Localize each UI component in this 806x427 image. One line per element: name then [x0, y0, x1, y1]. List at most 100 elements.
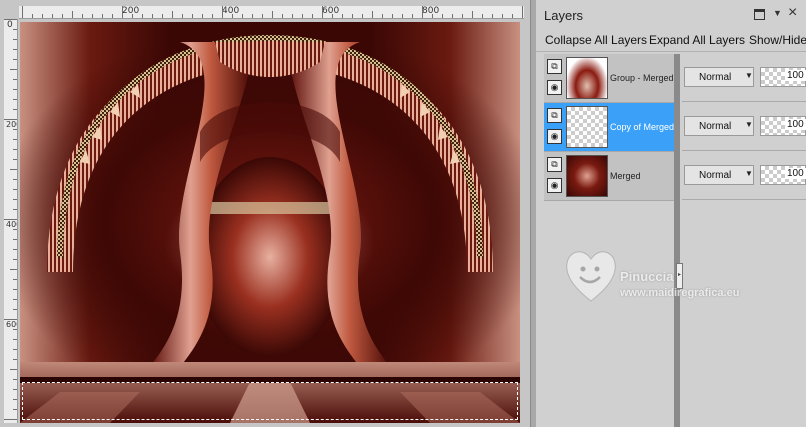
ruler-label: 0: [7, 20, 13, 30]
blend-mode-select[interactable]: Normal ▼: [684, 67, 754, 87]
ruler-label: 600: [322, 6, 340, 16]
ruler-tick: [13, 239, 17, 240]
close-icon[interactable]: ×: [788, 4, 797, 22]
ruler-tick: [52, 14, 53, 18]
ruler-tick: [472, 11, 473, 18]
layer-name: Copy of Merged: [610, 122, 675, 132]
ruler-tick: [13, 59, 17, 60]
ruler-tick: [312, 14, 313, 18]
layer-type-icon: ⧉: [547, 59, 562, 74]
ruler-tick: [72, 11, 73, 18]
ruler-tick: [13, 49, 17, 50]
watermark-name: Pinuccia: [620, 269, 674, 284]
ruler-tick: [442, 14, 443, 18]
opacity-value: 100: [785, 168, 806, 179]
opacity-field[interactable]: 100: [760, 165, 806, 185]
layer-row-copy-of-merged[interactable]: ⧉ ◉ Copy of Merged: [544, 103, 674, 152]
ruler-tick: [13, 109, 17, 110]
ruler-tick: [372, 11, 373, 18]
ruler-tick: [342, 14, 343, 18]
collapse-all-button[interactable]: Collapse All Layers: [545, 33, 647, 47]
ruler-tick: [13, 89, 17, 90]
layer-type-icon: ⧉: [547, 108, 562, 123]
ruler-tick: [402, 14, 403, 18]
canvas-workspace: 200 400 600 800 0 200 400 600: [0, 0, 530, 427]
ruler-tick: [13, 29, 17, 30]
panel-title: Layers: [544, 8, 584, 23]
ruler-tick: [122, 6, 123, 18]
layer-list: ⧉ ◉ Group - Merged ⧉ ◉ Copy of Merged ⧉ …: [544, 54, 674, 201]
blend-mode-select[interactable]: Normal ▼: [684, 116, 754, 136]
layer-thumbnail: [566, 155, 608, 197]
dropdown-arrow-icon: ▼: [745, 169, 753, 178]
app-window: 200 400 600 800 0 200 400 600: [0, 0, 806, 427]
ruler-tick: [13, 379, 17, 380]
vertical-ruler: 0 200 400 600: [4, 19, 18, 423]
ruler-tick: [142, 14, 143, 18]
opacity-value: 100: [785, 70, 806, 81]
eye-icon[interactable]: ◉: [547, 129, 562, 144]
ruler-tick: [212, 14, 213, 18]
layers-panel: Layers ▼ × Collapse All Layers Expand Al…: [536, 0, 806, 427]
ruler-tick: [422, 6, 423, 18]
ruler-tick: [382, 14, 383, 18]
ruler-label: 200: [122, 6, 140, 16]
ruler-tick: [4, 119, 17, 120]
ruler-tick: [272, 11, 273, 18]
heart-smiley-icon: [566, 251, 616, 302]
horizontal-ruler: 200 400 600 800: [19, 6, 524, 19]
layer-row-merged[interactable]: ⧉ ◉ Merged: [544, 152, 674, 201]
ruler-tick: [512, 14, 513, 18]
image-artwork: [20, 34, 520, 423]
ruler-tick: [13, 249, 17, 250]
ruler-label: 800: [422, 6, 440, 16]
ruler-tick: [132, 14, 133, 18]
image-canvas[interactable]: [20, 22, 520, 423]
layer-type-icon: ⧉: [547, 157, 562, 172]
row-divider: [682, 101, 806, 102]
ruler-tick: [13, 349, 17, 350]
opacity-field[interactable]: 100: [760, 116, 806, 136]
ruler-tick: [262, 14, 263, 18]
ruler-tick: [42, 14, 43, 18]
ruler-tick: [10, 369, 17, 370]
ruler-tick: [32, 14, 33, 18]
eye-icon[interactable]: ◉: [547, 80, 562, 95]
ruler-tick: [362, 14, 363, 18]
ruler-tick: [13, 139, 17, 140]
ruler-tick: [13, 149, 17, 150]
ruler-tick: [352, 14, 353, 18]
ruler-tick: [492, 14, 493, 18]
layers-toolbar: Collapse All Layers Expand All Layers Sh…: [536, 30, 806, 52]
opacity-value: 100: [785, 119, 806, 130]
ruler-tick: [452, 14, 453, 18]
layer-thumbnail: [566, 57, 608, 99]
ruler-tick: [182, 14, 183, 18]
maximize-icon[interactable]: [754, 9, 765, 20]
expand-all-button[interactable]: Expand All Layers: [649, 33, 745, 47]
ruler-tick: [13, 279, 17, 280]
panel-scrollbar[interactable]: [674, 54, 680, 427]
opacity-field[interactable]: 100: [760, 67, 806, 87]
blend-mode-select[interactable]: Normal ▼: [684, 165, 754, 185]
ruler-tick: [22, 6, 23, 18]
ruler-tick: [292, 14, 293, 18]
show-hide-button[interactable]: Show/Hide: [749, 33, 806, 47]
ruler-tick: [332, 14, 333, 18]
ruler-tick: [13, 309, 17, 310]
ruler-tick: [13, 339, 17, 340]
selection-marquee[interactable]: [22, 382, 518, 420]
ruler-tick: [242, 14, 243, 18]
layer-row-group-merged[interactable]: ⧉ ◉ Group - Merged: [544, 54, 674, 103]
eye-icon[interactable]: ◉: [547, 178, 562, 193]
ruler-tick: [112, 14, 113, 18]
ruler-tick: [102, 14, 103, 18]
ruler-tick: [4, 419, 17, 420]
row-divider: [682, 150, 806, 151]
ruler-tick: [302, 14, 303, 18]
panel-menu-icon[interactable]: ▼: [773, 8, 782, 18]
ruler-tick: [13, 129, 17, 130]
ruler-tick: [13, 389, 17, 390]
ruler-tick: [432, 14, 433, 18]
ruler-tick: [13, 359, 17, 360]
